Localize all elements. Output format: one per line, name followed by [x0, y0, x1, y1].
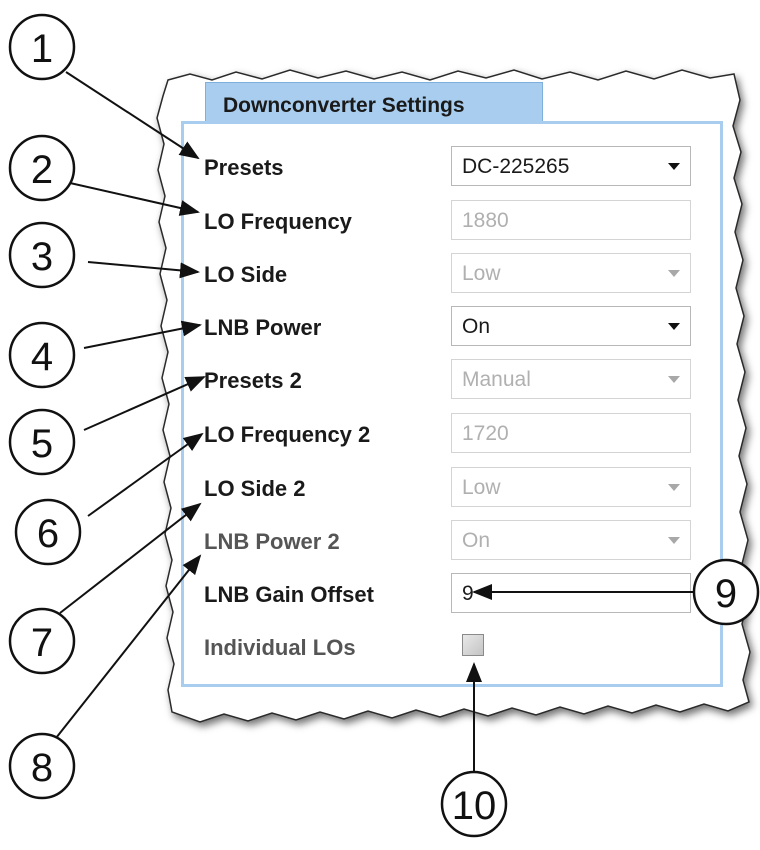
- callout-leader-7: [59, 502, 202, 614]
- callout-number-9: 9: [715, 572, 737, 616]
- callout-leader-6: [87, 432, 204, 517]
- callout-annotations: 1 2 3 4 5 6 7 8 9 10: [8, 13, 760, 838]
- callout-leader-3: [87, 261, 200, 279]
- callout-number-3: 3: [31, 235, 53, 279]
- callout-number-1: 1: [31, 27, 53, 71]
- callout-leader-1: [65, 71, 200, 160]
- callout-number-4: 4: [31, 335, 53, 379]
- callout-number-5: 5: [31, 422, 53, 466]
- callout-number-8: 8: [31, 746, 53, 790]
- callout-number-10: 10: [452, 784, 497, 828]
- callout-number-6: 6: [37, 512, 59, 556]
- callout-leader-2: [69, 182, 200, 216]
- callout-leader-8: [55, 554, 202, 739]
- callout-leader-5: [83, 376, 206, 431]
- callout-number-7: 7: [31, 621, 53, 665]
- callout-leader-4: [83, 320, 202, 349]
- callout-number-2: 2: [31, 148, 53, 192]
